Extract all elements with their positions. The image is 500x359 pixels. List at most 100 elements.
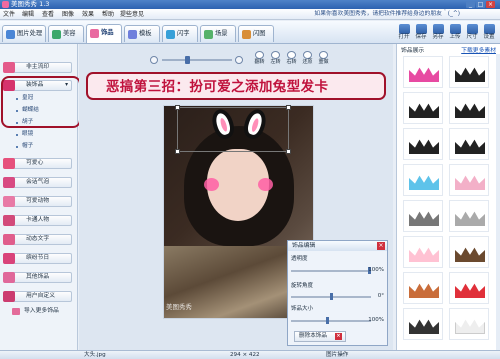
category-label: 动态文字 <box>26 236 50 242</box>
gallery-item[interactable] <box>449 308 489 340</box>
flash-image-icon <box>242 30 251 39</box>
gallery-item[interactable] <box>449 92 489 124</box>
ornament-selection-box[interactable] <box>175 105 291 154</box>
gallery-item[interactable] <box>403 56 443 88</box>
download-more-link[interactable]: 下载更多素材 <box>461 45 496 54</box>
tab-ornaments[interactable]: 饰品 <box>86 24 122 43</box>
resize-handle[interactable] <box>175 149 180 154</box>
crown-icon <box>409 103 439 118</box>
gallery-item[interactable] <box>403 200 443 232</box>
category-heart[interactable]: 可爱心 <box>3 158 72 169</box>
redo-icon <box>319 51 328 59</box>
tool-label: 左转 <box>270 59 281 65</box>
upload-icon <box>449 24 461 34</box>
tab-image-processing[interactable]: 图片处理 <box>2 25 46 42</box>
zoom-in-icon[interactable] <box>235 56 243 64</box>
menu-feedback[interactable]: 提些意见 <box>120 9 144 20</box>
category-animal[interactable]: 可爱动物 <box>3 196 72 207</box>
menu-edit[interactable]: 编辑 <box>22 9 34 20</box>
gallery-item[interactable] <box>403 164 443 196</box>
subitem-hat[interactable]: 帽子 <box>15 143 33 150</box>
crown-icon <box>409 211 439 226</box>
tab-template[interactable]: 模板 <box>124 25 160 42</box>
category-cartoon[interactable]: 卡通人物 <box>3 215 72 226</box>
menu-image[interactable]: 图像 <box>62 9 74 20</box>
scene-icon <box>204 30 213 39</box>
gallery-item[interactable] <box>403 128 443 160</box>
gallery-item[interactable] <box>449 128 489 160</box>
toolbar-label: 打开 <box>398 34 410 40</box>
gallery-item[interactable] <box>449 236 489 268</box>
tab-flash-text[interactable]: 闪字 <box>162 25 198 42</box>
save-as-button[interactable]: 另存 <box>430 23 446 43</box>
category-speech-bubble[interactable]: 会话气泡 <box>3 177 72 188</box>
resize-handle[interactable] <box>286 105 291 110</box>
rotate-right-button[interactable]: 右转 <box>284 50 299 67</box>
gallery-item[interactable] <box>403 272 443 304</box>
category-festival[interactable]: 缤纷节日 <box>3 253 72 264</box>
gallery-scrollbar[interactable] <box>496 54 500 350</box>
settings-button[interactable]: 设置 <box>481 23 497 43</box>
gallery-item[interactable] <box>403 92 443 124</box>
misc-icon <box>3 272 15 283</box>
tab-label: 图片处理 <box>17 30 43 37</box>
menu-view[interactable]: 查看 <box>42 9 54 20</box>
crown-icon <box>455 139 485 154</box>
category-label: 会话气泡 <box>26 179 50 185</box>
delete-ornament-button[interactable]: 删除本饰品 × <box>294 331 346 342</box>
open-button[interactable]: 打开 <box>396 23 412 43</box>
tab-beauty[interactable]: 美容 <box>48 25 84 42</box>
category-animated-text[interactable]: 动态文字 <box>3 234 72 245</box>
transparency-slider[interactable] <box>291 270 371 272</box>
undo-button[interactable]: 还原 <box>300 50 315 67</box>
resize-handle[interactable] <box>286 149 291 154</box>
template-icon <box>128 30 137 39</box>
menu-file[interactable]: 文件 <box>3 9 15 20</box>
menu-effect[interactable]: 效果 <box>82 9 94 20</box>
rotate-left-button[interactable]: 左转 <box>268 50 283 67</box>
minimize-button[interactable]: _ <box>466 1 475 8</box>
tab-label: 模板 <box>139 30 152 37</box>
tab-label: 美容 <box>63 30 76 37</box>
zoom-bar[interactable] <box>150 54 245 66</box>
save-button[interactable]: 保存 <box>413 23 429 43</box>
crown-icon <box>409 139 439 154</box>
crown-icon <box>455 67 485 82</box>
zoom-knob[interactable] <box>185 56 190 64</box>
status-file: 大头.jpg <box>84 352 106 358</box>
zoom-track[interactable] <box>162 59 232 61</box>
menu-help[interactable]: 帮助 <box>102 9 114 20</box>
subitem-glasses[interactable]: 眼镜 <box>15 131 33 138</box>
size-value: 100% <box>368 317 384 323</box>
size-slider[interactable] <box>291 320 371 322</box>
redo-button[interactable]: 重做 <box>316 50 331 67</box>
resize-handle[interactable] <box>175 105 180 110</box>
tab-scene[interactable]: 场景 <box>200 25 236 42</box>
close-icon[interactable]: × <box>377 242 385 250</box>
zoom-out-icon[interactable] <box>150 56 158 64</box>
gallery-item[interactable] <box>403 308 443 340</box>
category-user-defined[interactable]: 用户自定义 <box>3 291 72 302</box>
gallery-item[interactable] <box>449 272 489 304</box>
cartoon-icon <box>3 215 15 226</box>
upload-button[interactable]: 上传 <box>447 23 463 43</box>
resize-button[interactable]: 尺寸 <box>464 23 480 43</box>
toolbar-label: 保存 <box>415 34 427 40</box>
close-button[interactable]: × <box>486 1 495 8</box>
category-misc[interactable]: 其他饰品 <box>3 272 72 283</box>
flip-button[interactable]: 翻转 <box>252 50 267 67</box>
gallery-item[interactable] <box>449 200 489 232</box>
category-stamp[interactable]: 非主流印 <box>3 62 72 73</box>
tab-label: 场景 <box>215 30 228 37</box>
tab-flash-image[interactable]: 闪图 <box>238 25 274 42</box>
import-more-button[interactable]: 导入更多饰品 <box>10 306 70 317</box>
tab-row: 图片处理 美容 饰品 模板 闪字 场景 闪图 打开 保存 另存 上传 尺寸 设置 <box>0 21 500 44</box>
maximize-button[interactable]: □ <box>476 1 485 8</box>
gallery-item[interactable] <box>403 236 443 268</box>
gallery-item[interactable] <box>449 56 489 88</box>
rotation-knob[interactable] <box>329 293 333 300</box>
undo-icon <box>303 51 312 59</box>
gallery-item[interactable] <box>449 164 489 196</box>
size-knob[interactable] <box>325 317 329 324</box>
blush-left <box>204 178 219 191</box>
